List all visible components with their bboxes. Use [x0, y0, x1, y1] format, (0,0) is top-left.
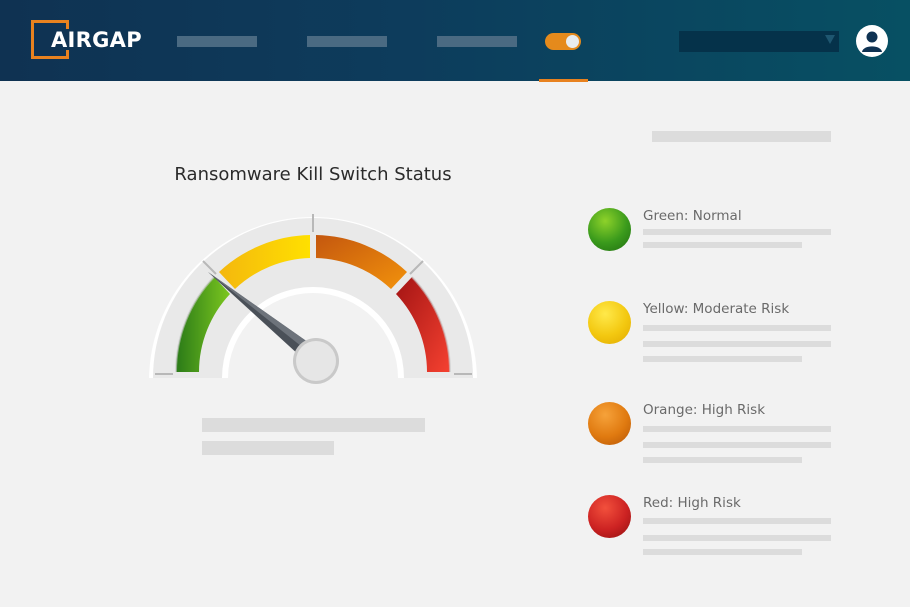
nav-item-3[interactable] [437, 36, 517, 47]
toggle-knob [566, 35, 579, 48]
gauge-description-line [202, 418, 425, 432]
logo-text: AIRGAP [51, 28, 142, 52]
active-tab-indicator [539, 79, 588, 82]
chevron-down-icon [825, 35, 835, 44]
legend-text-line [643, 341, 831, 347]
gauge-title: Ransomware Kill Switch Status [174, 164, 452, 185]
top-navigation-bar: AIRGAP [0, 0, 910, 82]
legend-label-green: Green: Normal [643, 208, 742, 224]
legend-text-line [643, 229, 831, 235]
nav-item-2[interactable] [307, 36, 387, 47]
status-dot-yellow [588, 301, 631, 344]
nav-item-1[interactable] [177, 36, 257, 47]
header-dropdown[interactable] [679, 31, 839, 52]
status-dot-orange [588, 402, 631, 445]
legend-text-line [643, 535, 831, 541]
legend-text-line [643, 518, 831, 524]
section-heading-placeholder [652, 131, 831, 142]
legend-text-line [643, 325, 831, 331]
legend-label-red: Red: High Risk [643, 495, 741, 511]
status-dot-green [588, 208, 631, 251]
legend-label-yellow: Yellow: Moderate Risk [643, 301, 790, 317]
legend-label-orange: Orange: High Risk [643, 402, 766, 418]
user-avatar-icon[interactable] [856, 25, 888, 57]
kill-switch-toggle[interactable] [545, 33, 581, 50]
airgap-logo[interactable]: AIRGAP [31, 20, 142, 64]
legend-text-line [643, 356, 802, 362]
legend-text-line [643, 457, 802, 463]
status-dot-red [588, 495, 631, 538]
legend-text-line [643, 242, 802, 248]
legend-text-line [643, 426, 831, 432]
legend-text-line [643, 549, 802, 555]
gauge-description-line [202, 441, 334, 455]
kill-switch-gauge [140, 214, 490, 395]
legend-text-line [643, 442, 831, 448]
